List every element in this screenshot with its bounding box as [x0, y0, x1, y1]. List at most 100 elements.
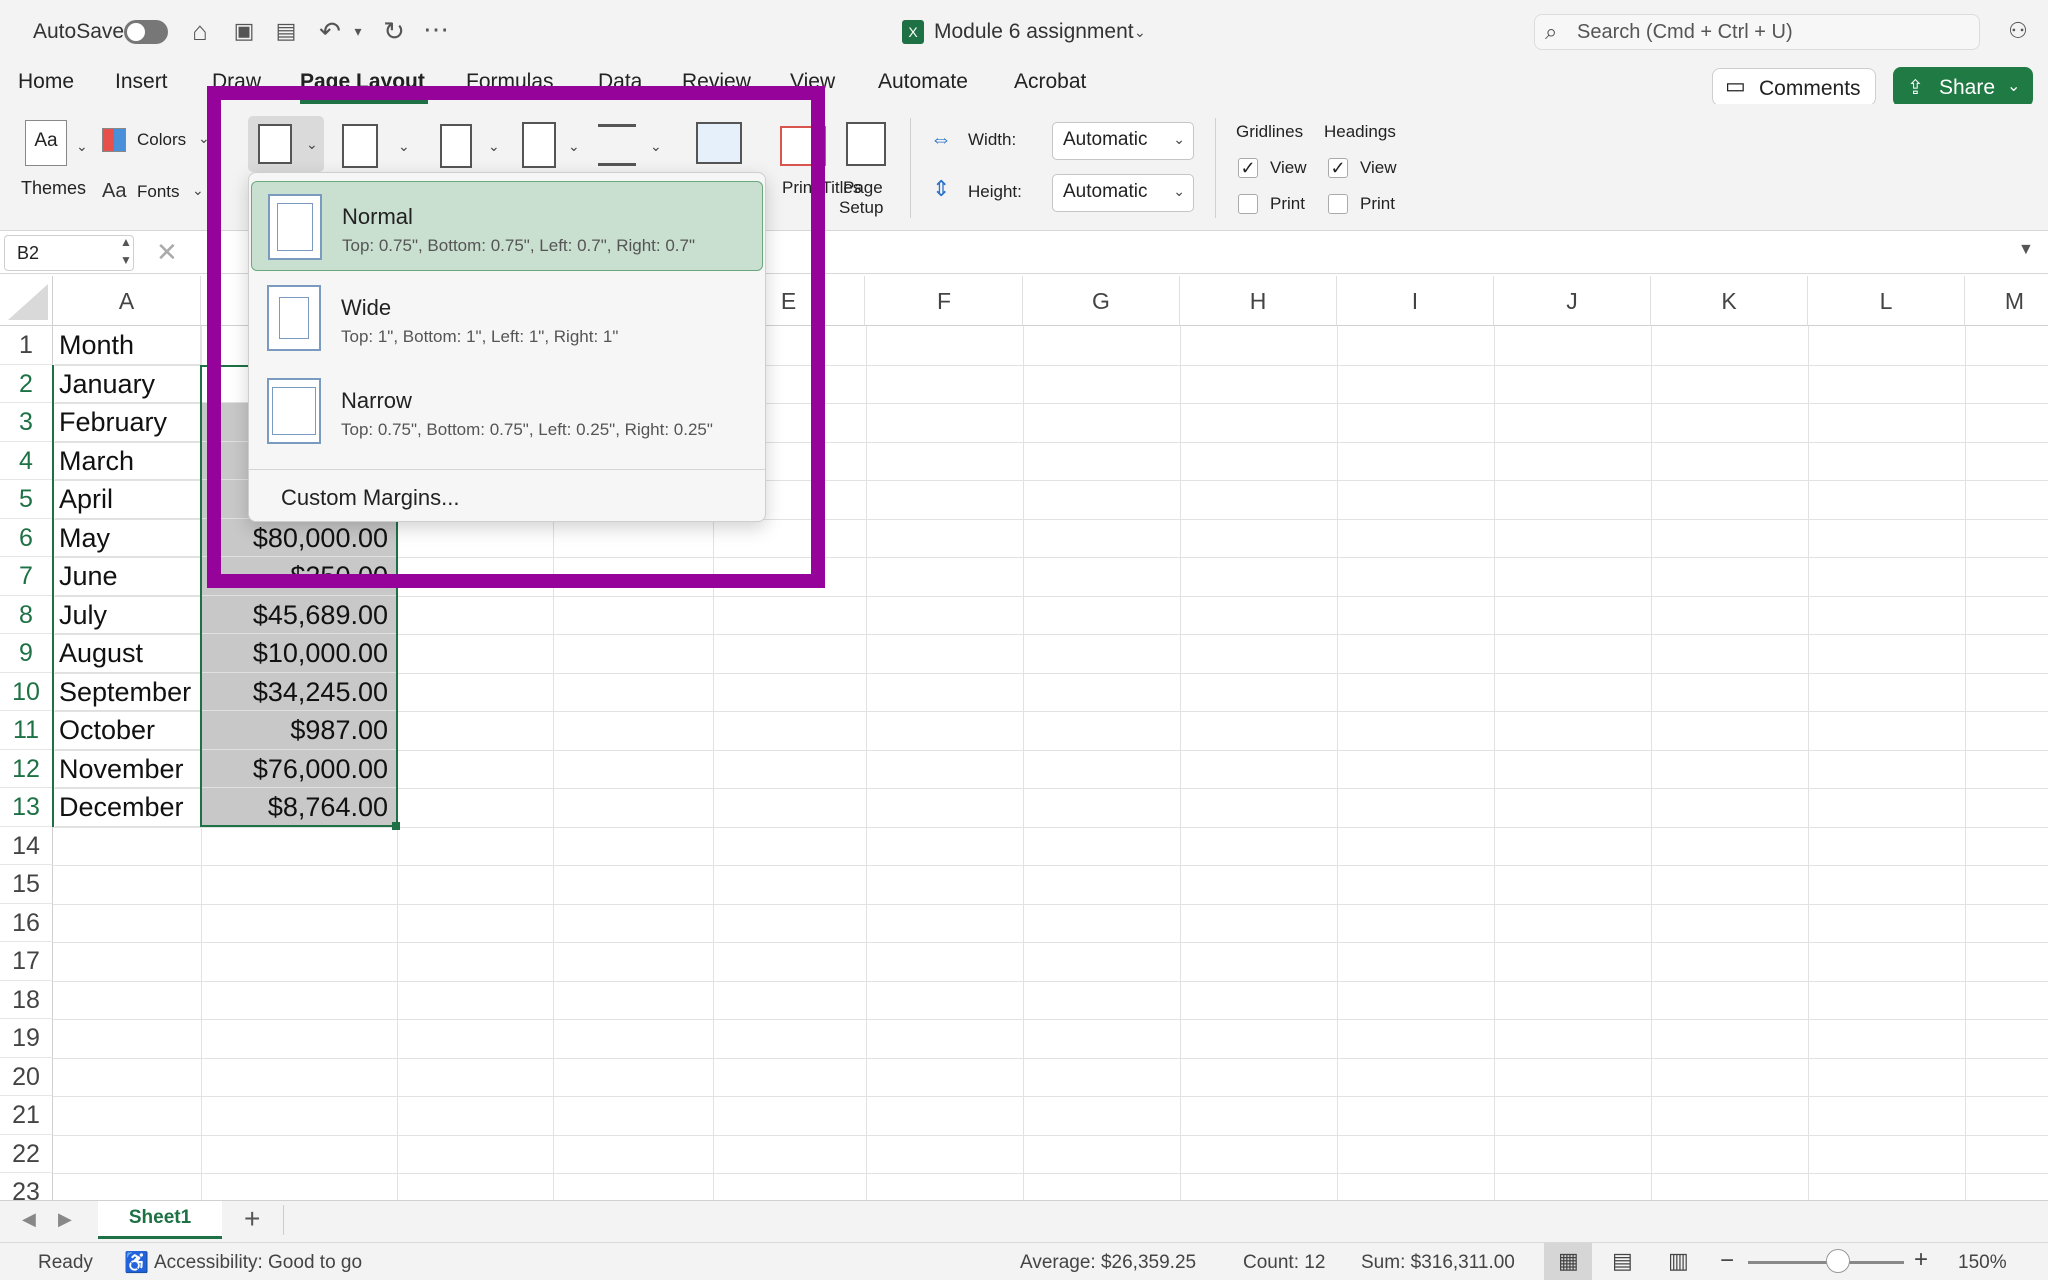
row-header[interactable]: 20	[0, 1057, 53, 1096]
more-icon[interactable]: ⋯	[420, 14, 452, 44]
normal-view-button[interactable]: ▦	[1544, 1243, 1592, 1280]
select-all-corner[interactable]	[0, 276, 53, 326]
next-sheet-icon[interactable]: ▶	[58, 1209, 72, 1230]
comments-button[interactable]: ▭ Comments	[1712, 68, 1876, 106]
row-header[interactable]: 8	[0, 595, 53, 634]
row-header[interactable]: 16	[0, 903, 53, 942]
redo-icon[interactable]: ↻	[378, 16, 410, 46]
height-select[interactable]: Automatic ⌄	[1052, 174, 1194, 212]
cell-month[interactable]: Month	[55, 326, 201, 365]
cell-month[interactable]: December	[55, 788, 201, 827]
cell-month[interactable]: June	[55, 557, 201, 596]
row-header[interactable]: 18	[0, 980, 53, 1019]
cancel-icon[interactable]: ✕	[156, 237, 178, 268]
column-header[interactable]: J	[1494, 276, 1651, 326]
cell-month[interactable]: July	[55, 595, 201, 634]
fonts-icon[interactable]: Aa	[102, 180, 126, 203]
share-button[interactable]: ⇪ Share ⌄	[1893, 67, 2033, 107]
page-break-view-icon[interactable]: ▥	[1668, 1248, 1689, 1274]
fill-handle[interactable]	[392, 821, 400, 830]
column-header[interactable]: L	[1808, 276, 1965, 326]
row-header[interactable]: 7	[0, 557, 53, 596]
cell-month[interactable]: March	[55, 441, 201, 480]
themes-chevron-icon[interactable]: ⌄	[76, 138, 88, 155]
themes-icon[interactable]: Aa	[25, 120, 67, 166]
headings-print-checkbox[interactable]	[1328, 194, 1348, 214]
cell-month[interactable]: January	[55, 364, 201, 403]
row-header[interactable]: 4	[0, 441, 53, 480]
row-header[interactable]: 3	[0, 403, 53, 442]
prev-sheet-icon[interactable]: ◀	[22, 1209, 36, 1230]
cell-month[interactable]: February	[55, 403, 201, 442]
row-header[interactable]: 1	[0, 326, 53, 365]
sheet-tab-sheet1[interactable]: Sheet1	[98, 1201, 222, 1239]
row-header[interactable]: 21	[0, 1096, 53, 1135]
cell-month[interactable]: May	[55, 518, 201, 557]
cell-month[interactable]: September	[55, 672, 201, 711]
page-setup-label-2[interactable]: Setup	[839, 198, 883, 218]
name-box[interactable]: B2	[4, 235, 134, 271]
column-header[interactable]: A	[53, 276, 201, 326]
column-header[interactable]: M	[1965, 276, 2048, 326]
row-header[interactable]: 14	[0, 826, 53, 865]
save-as-icon[interactable]: ▤	[270, 16, 302, 46]
save-icon[interactable]: ▣	[228, 16, 260, 46]
column-header[interactable]: H	[1180, 276, 1337, 326]
zoom-slider-handle[interactable]	[1826, 1249, 1850, 1273]
row-header[interactable]: 2	[0, 364, 53, 403]
headings-view-checkbox[interactable]: ✓	[1328, 158, 1348, 178]
row-header[interactable]: 9	[0, 634, 53, 673]
search-input[interactable]: ⌕ Search (Cmd + Ctrl + U)	[1534, 14, 1980, 50]
row-header[interactable]: 19	[0, 1019, 53, 1058]
page-setup-label-1[interactable]: Page	[843, 178, 883, 198]
cell-month[interactable]: August	[55, 634, 201, 673]
fonts-label[interactable]: Fonts	[137, 182, 180, 202]
undo-dropdown-icon[interactable]: ▾	[350, 16, 366, 46]
column-header[interactable]: G	[1023, 276, 1180, 326]
expand-formula-icon[interactable]: ▼	[2018, 241, 2034, 259]
column-header[interactable]: I	[1337, 276, 1494, 326]
cell-month[interactable]: April	[55, 480, 201, 519]
namebox-stepper-up-icon[interactable]: ▲	[120, 235, 132, 249]
colors-icon[interactable]	[102, 128, 126, 152]
row-header[interactable]: 10	[0, 672, 53, 711]
tab-home[interactable]: Home	[18, 70, 74, 94]
share-people-icon[interactable]: ⚇	[2002, 16, 2034, 46]
row-header[interactable]: 12	[0, 749, 53, 788]
themes-label[interactable]: Themes	[21, 178, 86, 199]
row-header[interactable]: 23	[0, 1173, 53, 1201]
page-layout-view-icon[interactable]: ▤	[1612, 1248, 1633, 1274]
undo-icon[interactable]: ↶	[314, 16, 346, 46]
title-chevron-icon[interactable]: ⌄	[1134, 24, 1146, 41]
autosave-toggle[interactable]	[124, 20, 168, 44]
page-setup-icon[interactable]	[846, 122, 886, 166]
document-title[interactable]: Module 6 assignment	[934, 20, 1134, 44]
gridlines-view-checkbox[interactable]: ✓	[1238, 158, 1258, 178]
column-header[interactable]: K	[1651, 276, 1808, 326]
zoom-in-icon[interactable]: +	[1914, 1246, 1928, 1274]
add-sheet-icon[interactable]: +	[244, 1203, 260, 1235]
tab-insert[interactable]: Insert	[115, 70, 168, 94]
column-header[interactable]: F	[866, 276, 1023, 326]
zoom-out-icon[interactable]: −	[1720, 1247, 1734, 1275]
row-header[interactable]: 6	[0, 518, 53, 557]
row-header[interactable]: 17	[0, 942, 53, 981]
row-header[interactable]: 13	[0, 788, 53, 827]
row-header[interactable]: 5	[0, 480, 53, 519]
width-select[interactable]: Automatic ⌄	[1052, 122, 1194, 160]
row-header[interactable]: 15	[0, 865, 53, 904]
gridlines-print-checkbox[interactable]	[1238, 194, 1258, 214]
fonts-chevron-icon[interactable]: ⌄	[192, 182, 204, 199]
accessibility-icon[interactable]: ♿	[124, 1250, 149, 1275]
row-header[interactable]: 11	[0, 711, 53, 750]
tab-acrobat[interactable]: Acrobat	[1014, 70, 1086, 94]
cell-month[interactable]: October	[55, 711, 201, 750]
namebox-stepper-down-icon[interactable]: ▼	[120, 253, 132, 267]
home-icon[interactable]: ⌂	[184, 16, 216, 46]
colors-label[interactable]: Colors	[137, 130, 186, 150]
cell-month[interactable]: November	[55, 749, 201, 788]
zoom-level[interactable]: 150%	[1958, 1252, 2007, 1274]
accessibility-status[interactable]: Accessibility: Good to go	[154, 1252, 362, 1274]
tab-automate[interactable]: Automate	[878, 70, 968, 94]
row-header[interactable]: 22	[0, 1134, 53, 1173]
